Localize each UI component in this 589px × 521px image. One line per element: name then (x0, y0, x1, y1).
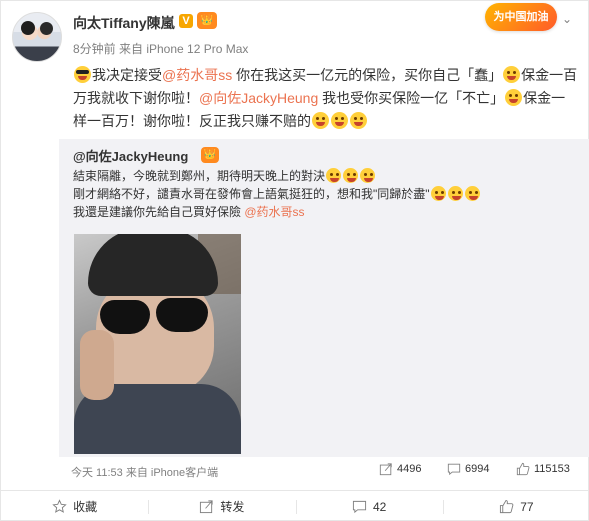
grin-emoji-icon (360, 168, 376, 183)
retweet-line-text: 結束隔離，今晚就到鄭州，期待明天晚上的對決 (73, 169, 326, 183)
cool-emoji-icon (74, 66, 91, 83)
like-label: 77 (520, 499, 534, 514)
sweat-emoji-icon (464, 186, 480, 201)
post-segment: 你在我这买一亿元的保险，买你自己「蠢」 (232, 67, 503, 83)
retweet-username[interactable]: @向佐JackyHeung (73, 146, 188, 165)
thumbs-up-icon (500, 499, 514, 514)
username[interactable]: 向太Tiffany陳嵐 (73, 13, 175, 33)
promo-badge[interactable]: 为中国加油 (485, 3, 557, 31)
post-segment: 我也受你买保险一亿「不亡」 (318, 90, 505, 106)
retweet-line-text: 剛才網絡不好，譴責水哥在發佈會上語氣挺狂的，想和我"同歸於盡" (73, 187, 430, 201)
retweet-time: 今天 11:53 来自 iPhone客户端 (71, 467, 219, 479)
post-text: 我决定接受@药水哥ss 你在我这买一亿元的保险，买你自己「蠢」 保金一百万我就收下… (73, 64, 578, 133)
share-icon (379, 463, 392, 476)
grin-emoji-icon (503, 66, 521, 83)
share-icon (200, 500, 213, 514)
comment-button[interactable]: 42 (295, 491, 443, 521)
retweet-line: 我還是建議你先給自己買好保險 @药水哥ss (73, 203, 583, 221)
mention-link[interactable]: @药水哥ss (244, 205, 304, 219)
post-meta: 8分钟前 来自 iPhone 12 Pro Max (73, 42, 249, 56)
retweet-comment-count[interactable]: 6994 (447, 462, 489, 476)
chevron-down-icon[interactable]: ⌄ (562, 12, 572, 26)
grin-emoji-icon (326, 168, 342, 183)
verified-icon: V (179, 14, 193, 28)
retweet-repost-count[interactable]: 4496 (379, 462, 421, 476)
retweet-photo[interactable] (74, 234, 241, 454)
retweet-line: 結束隔離，今晚就到鄭州，期待明天晚上的對決 (73, 167, 583, 185)
favorite-label: 收藏 (73, 500, 98, 514)
repost-label: 转发 (220, 500, 245, 514)
laugh-emoji-icon (505, 89, 523, 106)
favorite-button[interactable]: 收藏 (1, 491, 148, 521)
like-button[interactable]: 77 (442, 491, 589, 521)
sweat-emoji-icon (447, 186, 463, 201)
mention-link[interactable]: @向佐JackyHeung (199, 90, 318, 106)
retweet-line-text: 我還是建議你先給自己買好保險 (73, 205, 245, 219)
thumbs-up-icon (516, 462, 530, 476)
like-count: 115153 (534, 463, 570, 475)
grin-emoji-icon (343, 168, 359, 183)
comment-icon (447, 463, 461, 476)
retweet-block[interactable]: @向佐JackyHeung 👑 結束隔離，今晚就到鄭州，期待明天晚上的對決 剛才… (59, 139, 589, 457)
crown-icon: 👑 (197, 12, 217, 29)
action-toolbar: 收藏 转发 42 77 (1, 490, 589, 521)
post-segment: 我决定接受 (92, 67, 162, 83)
avatar[interactable] (12, 12, 62, 62)
retweet-like-count[interactable]: 115153 (516, 462, 570, 476)
mention-link[interactable]: @药水哥ss (162, 67, 232, 83)
comment-icon (352, 500, 366, 514)
retweet-text: 結束隔離，今晚就到鄭州，期待明天晚上的對決 剛才網絡不好，譴責水哥在發佈會上語氣… (73, 167, 583, 221)
comment-label: 42 (372, 499, 387, 514)
tongue-emoji-icon (350, 112, 367, 129)
tongue-emoji-icon (312, 112, 329, 129)
retweet-line: 剛才網絡不好，譴責水哥在發佈會上語氣挺狂的，想和我"同歸於盡" (73, 185, 583, 203)
sweat-emoji-icon (430, 186, 446, 201)
repost-count: 4496 (397, 463, 422, 475)
comment-count: 6994 (465, 463, 490, 475)
repost-button[interactable]: 转发 (148, 491, 295, 521)
star-icon (52, 499, 67, 513)
weibo-card: 向太Tiffany陳嵐 V 👑 8分钟前 来自 iPhone 12 Pro Ma… (0, 0, 589, 521)
tongue-emoji-icon (331, 112, 348, 129)
crown-icon: 👑 (201, 147, 219, 163)
